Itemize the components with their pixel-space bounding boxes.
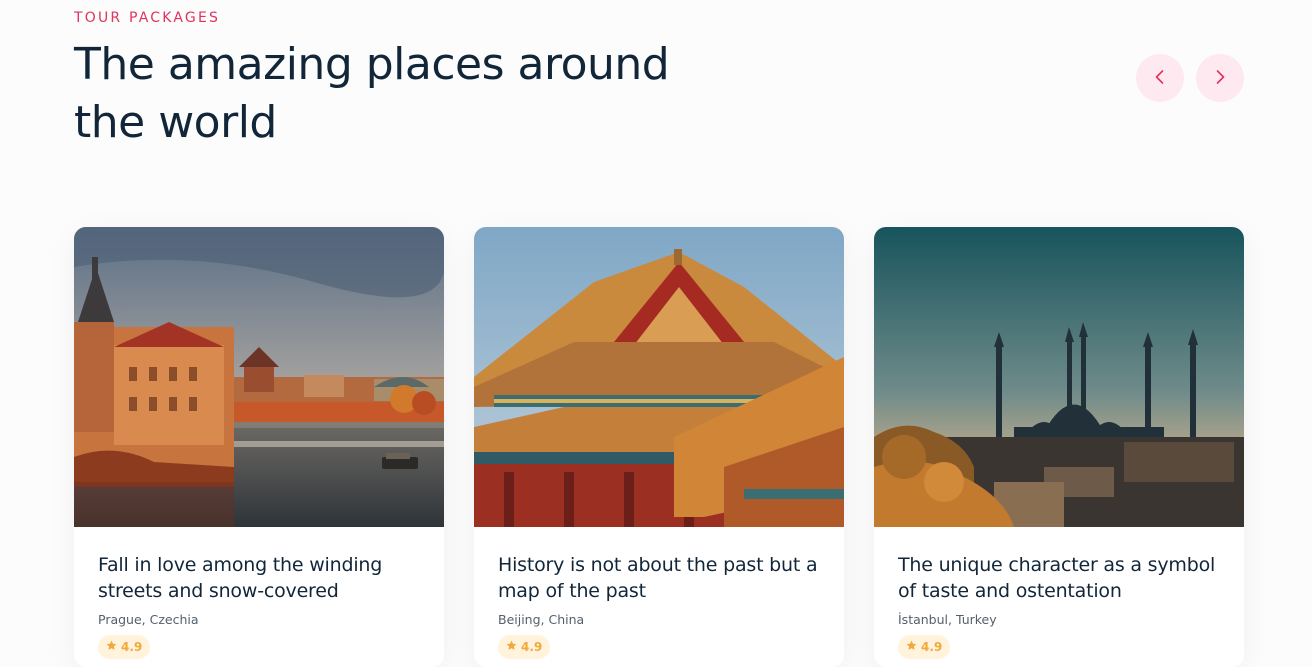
chevron-right-icon [1211, 68, 1229, 89]
istanbul-mosque-photo [874, 227, 1244, 527]
previous-button[interactable] [1136, 54, 1184, 102]
rating-value: 4.9 [921, 640, 943, 654]
tour-card-location: Prague, Czechia [98, 612, 199, 627]
tour-card-istanbul[interactable]: The unique character as a symbol of tast… [874, 227, 1244, 667]
rating-value: 4.9 [521, 640, 543, 654]
tour-card-title: Fall in love among the winding streets a… [98, 554, 383, 602]
section-eyebrow: TOUR PACKAGES [74, 10, 221, 26]
rating-badge: 4.9 [98, 635, 151, 659]
star-icon [106, 640, 117, 654]
tour-card-beijing[interactable]: History is not about the past but a map … [474, 227, 844, 667]
rating-badge: 4.9 [898, 635, 951, 659]
rating-value: 4.9 [121, 640, 143, 654]
tour-card-location: İstanbul, Turkey [898, 612, 997, 627]
tour-card-title: History is not about the past but a map … [498, 554, 818, 602]
rating-badge: 4.9 [498, 635, 551, 659]
section-title: The amazing places around the world [74, 39, 670, 148]
tour-card-prague[interactable]: Fall in love among the winding streets a… [74, 227, 444, 667]
star-icon [906, 640, 917, 654]
forbidden-city-roof-photo [474, 227, 844, 527]
next-button[interactable] [1196, 54, 1244, 102]
tour-card-title: The unique character as a symbol of tast… [898, 554, 1216, 602]
prague-river-photo [74, 227, 444, 527]
star-icon [506, 640, 517, 654]
chevron-left-icon [1151, 68, 1169, 89]
tour-card-location: Beijing, China [498, 612, 585, 627]
